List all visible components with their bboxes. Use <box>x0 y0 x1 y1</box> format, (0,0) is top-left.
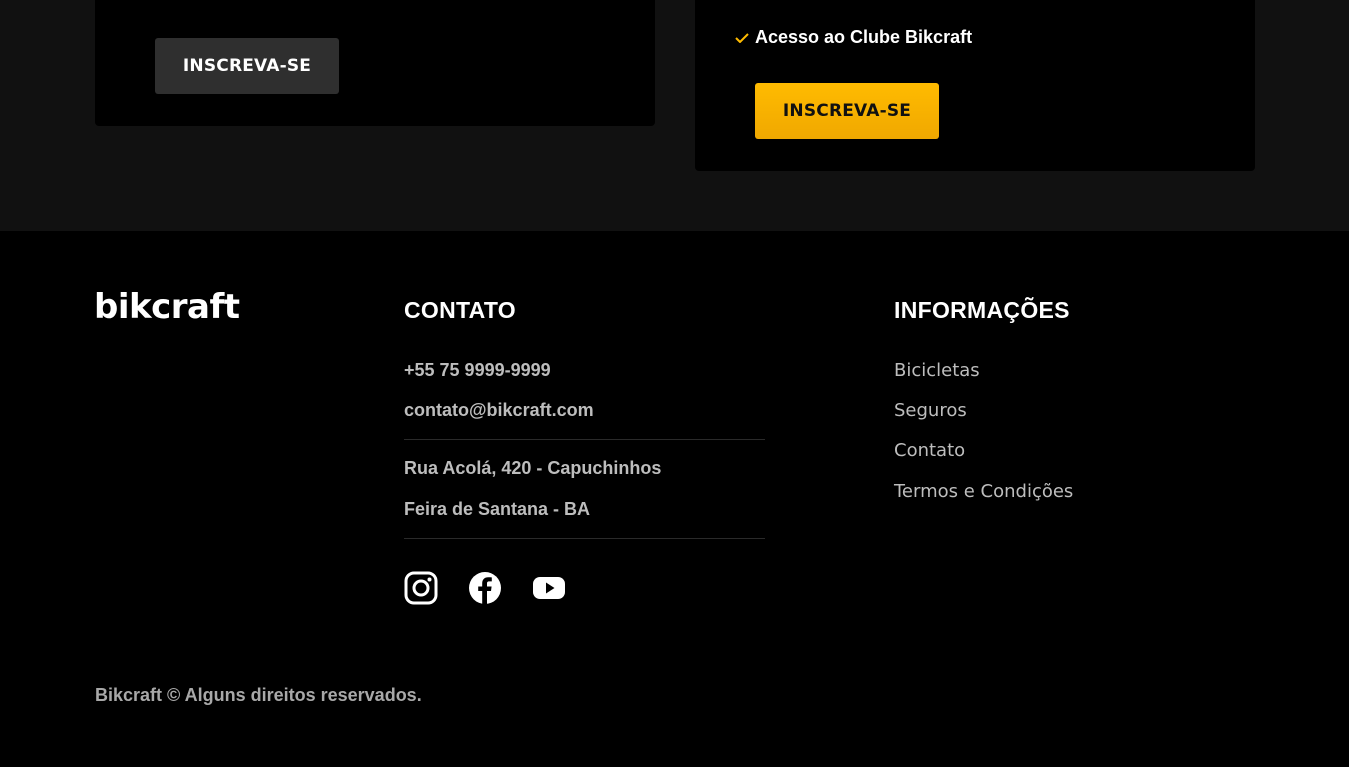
footer-logo[interactable]: bikcraft <box>94 287 240 327</box>
contact-title: CONTATO <box>404 297 516 323</box>
plan-benefit-item: Acesso ao Clube Bikcraft <box>735 27 972 48</box>
divider <box>404 439 765 440</box>
instagram-icon[interactable] <box>404 571 438 605</box>
info-link-bicicletas[interactable]: Bicicletas <box>894 360 980 381</box>
info-title: INFORMAÇÕES <box>894 297 1070 323</box>
divider <box>404 538 765 539</box>
contact-email: contato@bikcraft.com <box>404 400 594 420</box>
plan-benefit-label: Acesso ao Clube Bikcraft <box>755 27 973 47</box>
check-icon <box>735 32 749 43</box>
subscribe-button-right[interactable]: INSCREVA-SE <box>755 83 939 139</box>
plan-card-left: INSCREVA-SE <box>95 0 655 126</box>
info-link-seguros[interactable]: Seguros <box>894 400 967 421</box>
plans-section: INSCREVA-SE Acesso ao Clube Bikcraft INS… <box>0 0 1349 231</box>
contact-phone: +55 75 9999-9999 <box>404 360 551 380</box>
contact-address-line1: Rua Acolá, 420 - Capuchinhos <box>404 458 662 478</box>
footer: bikcraft CONTATO +55 75 9999-9999 contat… <box>0 231 1349 767</box>
facebook-icon[interactable] <box>468 571 502 605</box>
copyright-text: Bikcraft © Alguns direitos reservados. <box>95 685 422 705</box>
info-link-contato[interactable]: Contato <box>894 440 965 461</box>
info-link-termos[interactable]: Termos e Condições <box>894 481 1073 502</box>
youtube-icon[interactable] <box>532 571 566 605</box>
subscribe-button-left[interactable]: INSCREVA-SE <box>155 38 339 94</box>
plan-card-right: Acesso ao Clube Bikcraft INSCREVA-SE <box>695 0 1255 171</box>
contact-address-line2: Feira de Santana - BA <box>404 499 591 519</box>
